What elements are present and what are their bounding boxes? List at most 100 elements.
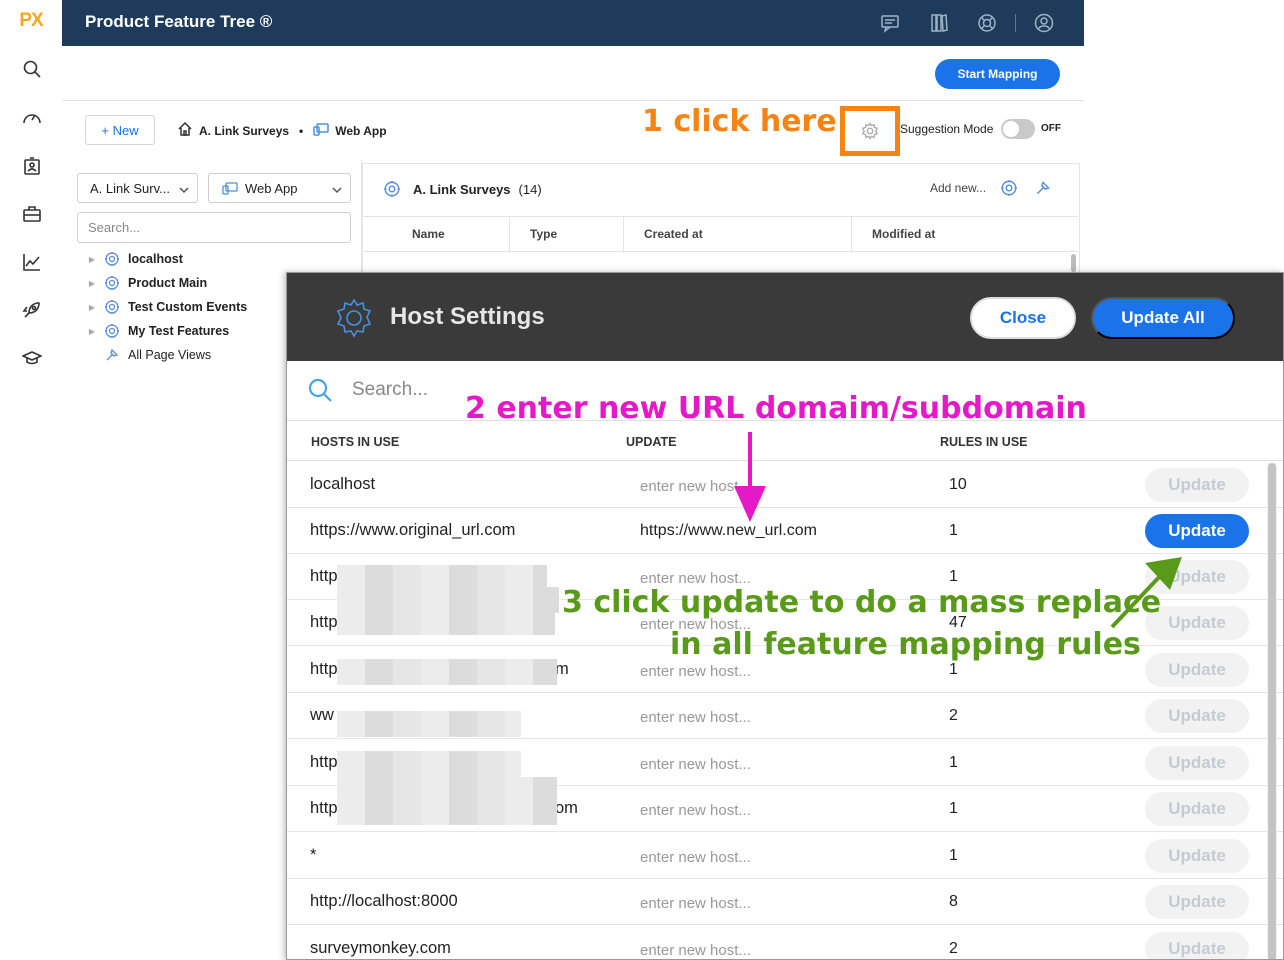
update-button[interactable]: Update [1145,932,1249,959]
close-button[interactable]: Close [970,297,1076,339]
toolbox-icon[interactable] [21,203,43,225]
add-feature-icon[interactable] [1000,179,1020,199]
app-select[interactable]: A. Link Surv... [77,173,198,203]
update-button[interactable]: Update [1145,468,1249,502]
column-modified-at[interactable]: Modified at [872,227,935,241]
expand-caret-icon[interactable]: ▶ [86,253,98,265]
rules-count: 1 [949,661,958,678]
new-host-input[interactable]: enter new host... [640,849,751,866]
update-button[interactable]: Update [1145,792,1249,826]
host-value-tail: om [555,799,578,817]
web-app-icon [313,121,329,140]
update-all-button[interactable]: Update All [1091,297,1235,339]
rules-count: 2 [949,707,958,724]
host-value: http [310,753,338,771]
new-host-input[interactable]: enter new host... [640,942,751,959]
rules-count: 1 [949,847,958,864]
add-new-label: Add new... [930,181,987,195]
host-settings-gear-button[interactable] [840,106,900,156]
logo-text: PX [19,10,43,31]
new-host-input[interactable]: enter new host... [640,802,751,819]
suggestion-mode-toggle[interactable] [1001,119,1035,139]
table-row: http://localhost:8000 enter new host... … [287,879,1283,925]
breadcrumb-platform[interactable]: Web App [335,124,386,138]
column-created-at[interactable]: Created at [644,227,703,241]
host-value-tail: m [555,660,569,678]
rules-count: 10 [949,476,967,493]
page-view-icon [104,347,120,363]
book-icon[interactable] [927,11,951,35]
list-scrollbar[interactable] [1071,254,1076,272]
scrollbar-thumb[interactable] [1268,463,1276,959]
tree-item-label: My Test Features [128,324,230,338]
platform-select[interactable]: Web App [208,173,351,203]
new-host-input[interactable]: enter new host... [640,709,751,726]
dashboard-gauge-icon[interactable] [21,107,43,129]
analytics-icon[interactable] [21,251,43,273]
home-icon[interactable] [177,121,193,140]
toggle-knob [1003,121,1019,137]
graduation-cap-icon[interactable] [21,347,43,369]
breadcrumb-app[interactable]: A. Link Surveys [199,124,289,138]
column-name[interactable]: Name [412,227,445,241]
expand-caret-icon[interactable]: ▶ [86,301,98,313]
new-button[interactable]: + New [85,115,155,145]
redacted-host-blur [337,751,521,777]
support-icon[interactable] [975,11,999,35]
column-type[interactable]: Type [530,227,557,241]
tree-item-label: Product Main [128,276,208,290]
new-host-input[interactable]: enter new host... [640,756,751,773]
host-value: https://www.original_url.com [310,521,516,539]
chat-icon[interactable] [878,11,902,35]
px-logo[interactable]: PX [0,10,62,32]
table-row: localhost enter new host... 10 Update [287,462,1283,508]
feature-gear-icon [384,181,400,197]
suggestion-mode-label: Suggestion Mode [900,122,994,136]
host-value: ww [310,706,334,724]
start-mapping-button[interactable]: Start Mapping [935,59,1060,89]
update-button[interactable]: Update [1145,653,1249,687]
app-select-value: A. Link Surv... [90,180,170,196]
rules-count: 1 [949,754,958,771]
tree-search-input[interactable]: Search... [77,212,351,243]
new-host-input[interactable]: https://www.new_url.com [640,522,817,540]
tree-item-test-custom-events[interactable]: ▶ Test Custom Events [86,298,247,316]
update-button[interactable]: Update [1145,699,1249,733]
new-host-input[interactable]: enter new host... [640,478,751,495]
update-button[interactable]: Update [1145,746,1249,780]
feature-gear-icon [104,299,120,315]
rocket-icon[interactable] [21,299,43,321]
tree-item-my-test-features[interactable]: ▶ My Test Features [86,322,229,340]
modal-title: Host Settings [390,303,545,330]
tree-item-localhost[interactable]: ▶ localhost [86,250,183,268]
expand-caret-icon[interactable]: ▶ [86,325,98,337]
badge-icon[interactable] [21,155,43,177]
user-icon[interactable] [1032,11,1056,35]
list-title: A. Link Surveys [413,181,511,197]
redacted-host-blur [337,611,555,635]
tree-item-all-page-views[interactable]: All Page Views [86,346,211,364]
tree-item-label: Test Custom Events [128,300,248,314]
update-button[interactable]: Update [1145,839,1249,873]
annotation-step-1: 1 click here [642,104,837,139]
toolbar-divider [62,100,1084,101]
redacted-host-blur [337,587,559,613]
expand-caret-icon[interactable]: ▶ [86,277,98,289]
host-search-placeholder: Search... [352,379,429,400]
gear-icon [861,122,879,140]
platform-select-value: Web App [245,180,298,196]
host-value: http://localhost:8000 [310,892,458,910]
feature-list-panel: A. Link Surveys (14) Add new... Name Typ… [362,163,1080,273]
host-table-header: HOSTS IN USE UPDATE RULES IN USE [287,421,1283,461]
redacted-host-blur [337,777,557,825]
update-button[interactable]: Update [1145,514,1249,548]
new-host-input[interactable]: enter new host... [640,895,751,912]
search-icon [308,378,332,402]
modal-scrollbar[interactable] [1267,463,1277,959]
add-page-view-icon[interactable] [1034,179,1054,199]
update-button[interactable]: Update [1145,885,1249,919]
new-host-input[interactable]: enter new host... [640,663,751,680]
search-icon[interactable] [21,58,43,80]
tree-item-product-main[interactable]: ▶ Product Main [86,274,207,292]
table-row: surveymonkey.com enter new host... 2 Upd… [287,926,1283,959]
